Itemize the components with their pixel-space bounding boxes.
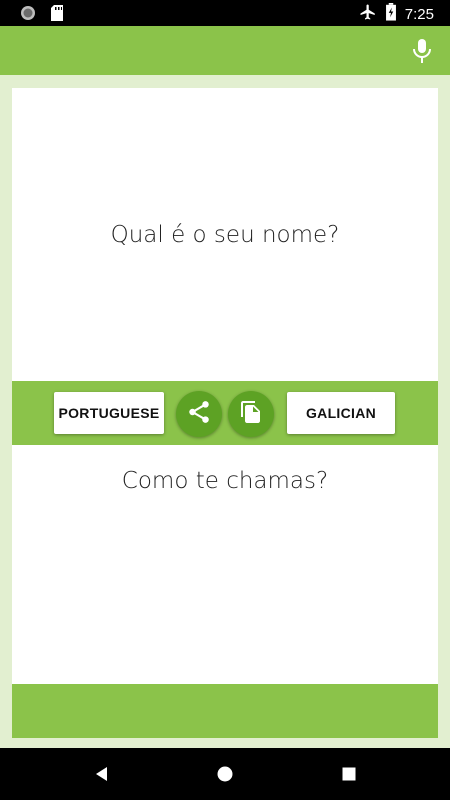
- navigation-bar: [0, 748, 450, 800]
- source-language-button[interactable]: PORTUGUESE: [54, 392, 164, 434]
- notification-circle-icon: [20, 5, 36, 26]
- copy-icon: [239, 400, 263, 429]
- recents-icon[interactable]: [339, 764, 359, 784]
- status-bar: 7:25: [0, 0, 450, 26]
- sd-card-icon: [50, 5, 64, 26]
- share-button[interactable]: [176, 391, 222, 437]
- source-text-panel[interactable]: Qual é o seu nome?: [12, 88, 438, 381]
- status-right-icons: 7:25: [359, 3, 434, 26]
- target-language-button[interactable]: GALICIAN: [287, 392, 395, 434]
- language-control-bar: PORTUGUESE GALICIAN: [12, 381, 438, 445]
- home-icon[interactable]: [215, 764, 235, 784]
- share-icon: [186, 399, 212, 430]
- status-time: 7:25: [404, 5, 434, 23]
- app-bar: [0, 26, 450, 75]
- target-text-panel[interactable]: Como te chamas?: [12, 445, 438, 684]
- status-left-icons: [20, 5, 64, 26]
- microphone-icon[interactable]: [410, 38, 434, 64]
- copy-button[interactable]: [228, 391, 274, 437]
- battery-charging-icon: [385, 3, 397, 26]
- back-icon[interactable]: [92, 764, 112, 784]
- footer-bar: [12, 684, 438, 738]
- source-text[interactable]: Qual é o seu nome?: [12, 222, 438, 248]
- airplane-mode-icon: [359, 3, 377, 26]
- target-text[interactable]: Como te chamas?: [12, 468, 438, 494]
